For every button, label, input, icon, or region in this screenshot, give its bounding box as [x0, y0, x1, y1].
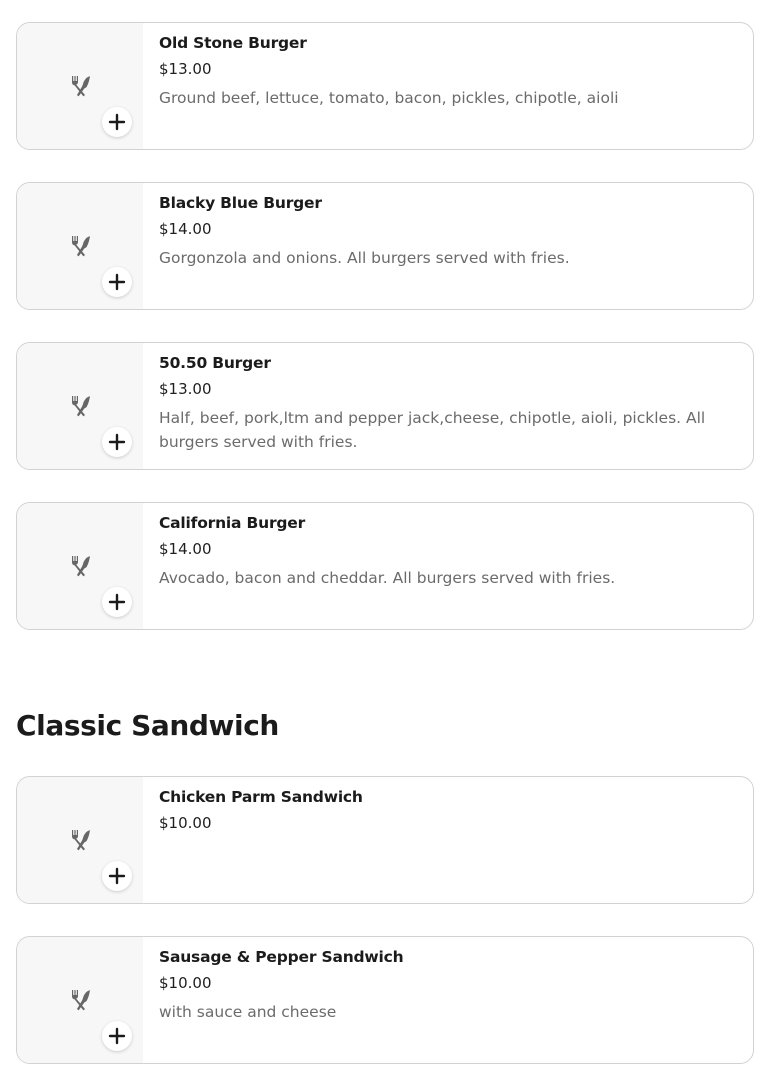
item-info: California Burger $14.00 Avocado, bacon …: [143, 503, 753, 629]
utensils-icon: [72, 236, 90, 257]
menu-item-card[interactable]: California Burger $14.00 Avocado, bacon …: [16, 502, 754, 630]
item-info: Chicken Parm Sandwich $10.00: [143, 777, 753, 903]
item-description: Avocado, bacon and cheddar. All burgers …: [159, 569, 616, 587]
item-price: $14.00: [159, 540, 212, 558]
item-price: $10.00: [159, 814, 212, 832]
utensils-icon: [72, 396, 90, 417]
item-name: California Burger: [159, 514, 306, 532]
item-name: Sausage & Pepper Sandwich: [159, 948, 404, 966]
plus-icon: [108, 1027, 126, 1045]
item-info: Sausage & Pepper Sandwich $10.00 with sa…: [143, 937, 753, 1063]
burger-items-list: Old Stone Burger $13.00 Ground beef, let…: [16, 22, 754, 662]
plus-icon: [108, 867, 126, 885]
item-name: Old Stone Burger: [159, 34, 307, 52]
item-description: Gorgonzola and onions. All burgers serve…: [159, 249, 570, 267]
item-price: $13.00: [159, 60, 212, 78]
item-description: Ground beef, lettuce, tomato, bacon, pic…: [159, 89, 619, 107]
item-thumbnail: [17, 777, 143, 903]
add-to-cart-button[interactable]: [102, 587, 132, 617]
plus-icon: [108, 273, 126, 291]
add-to-cart-button[interactable]: [102, 1021, 132, 1051]
plus-icon: [108, 593, 126, 611]
item-thumbnail: [17, 937, 143, 1063]
item-name: Chicken Parm Sandwich: [159, 788, 363, 806]
item-name: 50.50 Burger: [159, 354, 271, 372]
menu-item-card[interactable]: 50.50 Burger $13.00 Half, beef, pork,ltm…: [16, 342, 754, 470]
item-description: with sauce and cheese: [159, 1003, 337, 1021]
add-to-cart-button[interactable]: [102, 107, 132, 137]
utensils-icon: [72, 76, 90, 97]
item-thumbnail: [17, 503, 143, 629]
menu-page: Old Stone Burger $13.00 Ground beef, let…: [0, 0, 770, 1092]
item-info: Blacky Blue Burger $14.00 Gorgonzola and…: [143, 183, 753, 309]
menu-item-card[interactable]: Sausage & Pepper Sandwich $10.00 with sa…: [16, 936, 754, 1064]
utensils-icon: [72, 990, 90, 1011]
classic-sandwich-items-list: Chicken Parm Sandwich $10.00 Sausage & P…: [16, 776, 754, 1092]
item-price: $10.00: [159, 974, 212, 992]
menu-item-card[interactable]: Blacky Blue Burger $14.00 Gorgonzola and…: [16, 182, 754, 310]
plus-icon: [108, 113, 126, 131]
add-to-cart-button[interactable]: [102, 267, 132, 297]
item-description: Half, beef, pork,ltm and pepper jack,che…: [159, 409, 706, 451]
add-to-cart-button[interactable]: [102, 861, 132, 891]
item-thumbnail: [17, 183, 143, 309]
item-thumbnail: [17, 343, 143, 469]
utensils-icon: [72, 830, 90, 851]
item-info: 50.50 Burger $13.00 Half, beef, pork,ltm…: [143, 343, 753, 469]
plus-icon: [108, 433, 126, 451]
item-price: $13.00: [159, 380, 212, 398]
item-info: Old Stone Burger $13.00 Ground beef, let…: [143, 23, 753, 149]
item-price: $14.00: [159, 220, 212, 238]
menu-item-card[interactable]: Old Stone Burger $13.00 Ground beef, let…: [16, 22, 754, 150]
item-thumbnail: [17, 23, 143, 149]
item-name: Blacky Blue Burger: [159, 194, 322, 212]
menu-item-card[interactable]: Chicken Parm Sandwich $10.00: [16, 776, 754, 904]
utensils-icon: [72, 556, 90, 577]
add-to-cart-button[interactable]: [102, 427, 132, 457]
category-title-classic-sandwich: Classic Sandwich: [16, 709, 279, 742]
